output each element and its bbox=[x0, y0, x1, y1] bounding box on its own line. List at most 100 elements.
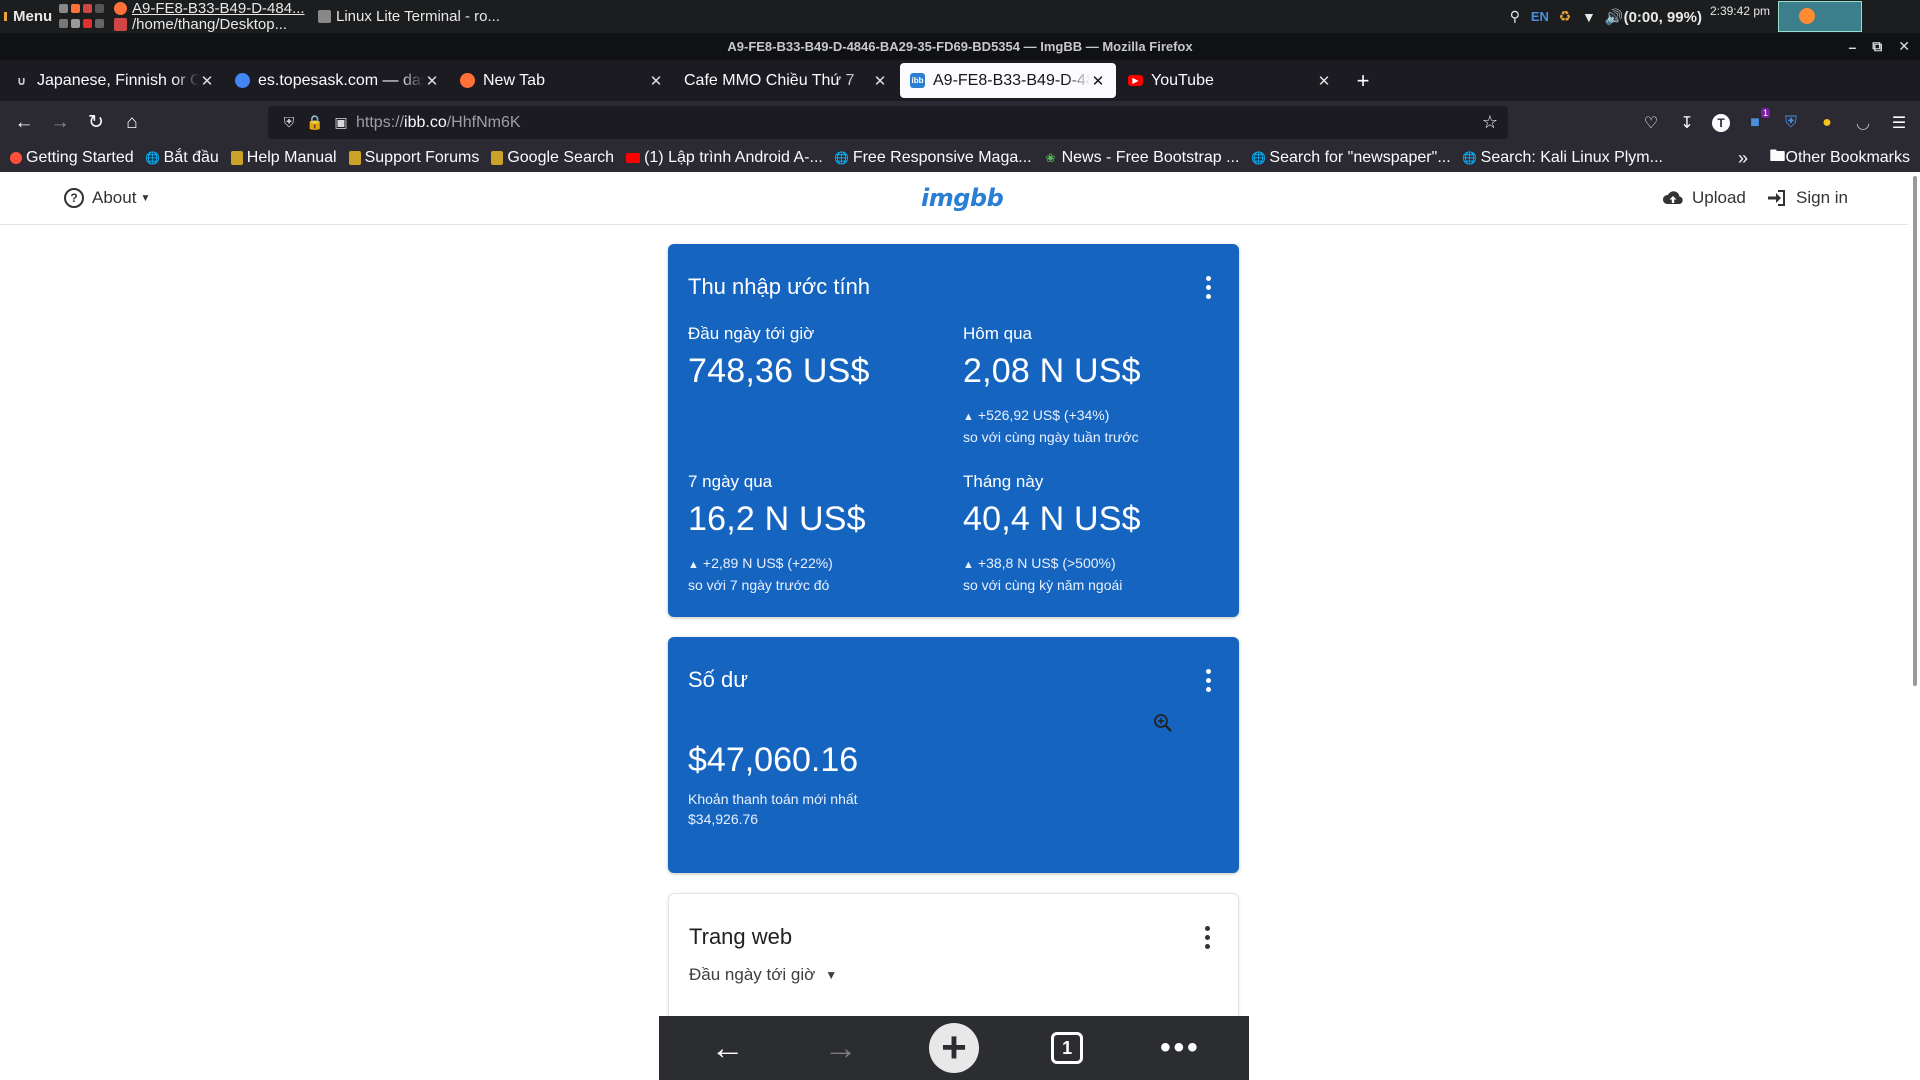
extension-shield-icon[interactable]: ⛨ bbox=[1780, 112, 1802, 134]
metric-value: 16,2 N US$ bbox=[688, 500, 866, 538]
clock[interactable]: 2:39:42 pm bbox=[1710, 4, 1770, 18]
date-range-dropdown[interactable]: Đầu ngày tới giờ ▼ bbox=[689, 965, 837, 985]
wifi-icon[interactable]: ▼ bbox=[1581, 9, 1597, 25]
bookmark-news-bootstrap[interactable]: ❀ News - Free Bootstrap ... bbox=[1044, 149, 1240, 167]
close-icon[interactable]: ✕ bbox=[1898, 38, 1910, 55]
bottom-forward-button[interactable]: → bbox=[811, 1023, 871, 1073]
tab-label: A9-FE8-B33-B49-D-4846-BA29 bbox=[933, 71, 1090, 89]
bookmark-bat-dau[interactable]: 🌐 Bắt đầu bbox=[145, 149, 219, 167]
tab-favicon-icon: ∪ bbox=[16, 73, 27, 88]
pocket-icon[interactable]: ♡ bbox=[1640, 112, 1662, 134]
more-vert-icon[interactable] bbox=[1204, 926, 1210, 949]
tab-close-icon[interactable]: ✕ bbox=[199, 72, 215, 90]
url-text[interactable]: https://ibb.co/HhfNm6K bbox=[356, 114, 521, 132]
tab-imgbb-active[interactable]: ibb A9-FE8-B33-B49-D-4846-BA29 ✕ bbox=[900, 63, 1116, 98]
back-button[interactable]: ← bbox=[6, 107, 42, 139]
latest-payment-value: $34,926.76 bbox=[688, 811, 759, 827]
os-menu-button[interactable]: Menu bbox=[0, 0, 52, 33]
bookmark-label: Getting Started bbox=[26, 149, 134, 166]
imgbb-logo[interactable]: imgbb bbox=[921, 184, 1004, 212]
taskbar-firefox[interactable]: A9-FE8-B33-B49-D-484... /home/thang/Desk… bbox=[114, 0, 305, 33]
battery-status[interactable]: 🔊(0:00, 99%) bbox=[1605, 8, 1702, 26]
tab-label: New Tab bbox=[483, 71, 545, 89]
extension-yellow-icon[interactable]: ● bbox=[1816, 112, 1838, 134]
cloud-upload-icon bbox=[1662, 188, 1684, 208]
tab-close-icon[interactable]: ✕ bbox=[1090, 72, 1106, 90]
bottom-menu-button[interactable]: ••• bbox=[1150, 1023, 1210, 1073]
bookmark-free-responsive[interactable]: 🌐 Free Responsive Maga... bbox=[834, 149, 1031, 167]
bookmarks-overflow-button[interactable]: » bbox=[1738, 144, 1748, 172]
bookmark-label: (1) Lập trình Android A-... bbox=[644, 149, 823, 166]
misc-launcher-icon[interactable] bbox=[95, 19, 104, 28]
other-bookmarks[interactable]: 🖿 Other Bookmarks bbox=[1770, 144, 1911, 172]
about-menu[interactable]: ? About ▼ bbox=[64, 188, 150, 208]
scrollbar-thumb[interactable] bbox=[1913, 176, 1917, 686]
globe-icon: 🌐 bbox=[1462, 151, 1478, 165]
bookmark-support-forums[interactable]: Support Forums bbox=[348, 149, 479, 167]
mail-launcher-icon[interactable] bbox=[83, 4, 92, 13]
taskbar-terminal[interactable]: Linux Lite Terminal - ro... bbox=[318, 0, 500, 33]
permissions-icon[interactable]: ▣ bbox=[330, 114, 352, 131]
tab-topesask[interactable]: es.topesask.com — dashboard ✕ bbox=[225, 63, 450, 98]
bookmark-star-icon[interactable]: ☆ bbox=[1482, 112, 1498, 133]
tab-label: Japanese, Finnish or Chinese bbox=[37, 71, 199, 89]
metric-yesterday: Hôm qua 2,08 N US$ ▲ +526,92 US$ (+34%) s… bbox=[963, 324, 1223, 447]
upload-label: Upload bbox=[1692, 188, 1746, 207]
metric-change: ▲ +38,8 N US$ (>500%) bbox=[963, 553, 1223, 575]
tracking-shield-icon[interactable]: ⛨ bbox=[278, 114, 300, 131]
page-scrollbar[interactable] bbox=[1908, 172, 1920, 1080]
extension-notify-icon[interactable]: ■ 1 bbox=[1744, 107, 1770, 134]
new-tab-button[interactable]: + bbox=[1348, 68, 1378, 94]
bottom-new-tab-button[interactable]: + bbox=[924, 1023, 984, 1073]
zoom-in-cursor-icon bbox=[1154, 714, 1172, 732]
more-vert-icon[interactable] bbox=[1205, 276, 1211, 299]
metric-change-text: +2,89 N US$ (+22%) bbox=[702, 555, 833, 571]
tab-cafe-mmo[interactable]: Cafe MMO Chiều Thứ 7 ✕ bbox=[674, 63, 898, 98]
reload-button[interactable]: ↻ bbox=[78, 107, 114, 139]
bookmark-search-kali[interactable]: 🌐 Search: Kali Linux Plym... bbox=[1462, 149, 1663, 167]
updates-icon[interactable]: ♻ bbox=[1557, 8, 1573, 25]
location-icon[interactable]: ⚲ bbox=[1507, 8, 1523, 25]
upload-button[interactable]: Upload bbox=[1662, 188, 1746, 208]
lock-icon[interactable]: 🔒 bbox=[304, 114, 326, 131]
stop-launcher-icon[interactable] bbox=[83, 19, 92, 28]
firefox-launcher-icon[interactable] bbox=[71, 4, 80, 13]
tab-close-icon[interactable]: ✕ bbox=[872, 72, 888, 90]
files-launcher-icon[interactable] bbox=[59, 4, 68, 13]
bottom-back-button[interactable]: ← bbox=[698, 1023, 758, 1073]
bookmark-label: Help Manual bbox=[246, 149, 337, 166]
forward-button[interactable]: → bbox=[42, 107, 78, 139]
globe-icon: 🌐 bbox=[1250, 151, 1266, 165]
sign-in-button[interactable]: Sign in bbox=[1766, 188, 1848, 208]
url-bar[interactable]: ⛨ 🔒 ▣ https://ibb.co/HhfNm6K ☆ bbox=[268, 106, 1508, 139]
disk-launcher-icon[interactable] bbox=[71, 19, 80, 28]
metric-value: 40,4 N US$ bbox=[963, 500, 1141, 538]
tab-close-icon[interactable]: ✕ bbox=[648, 72, 664, 90]
more-vert-icon[interactable] bbox=[1205, 669, 1211, 692]
bookmark-lap-trinh-android[interactable]: (1) Lập trình Android A-... bbox=[626, 149, 823, 167]
extension-arc-icon[interactable]: ◡ bbox=[1852, 112, 1874, 134]
bottom-tabs-button[interactable]: 1 bbox=[1037, 1023, 1097, 1073]
workspace-preview[interactable] bbox=[1778, 1, 1862, 32]
minimize-icon[interactable]: – bbox=[1848, 39, 1856, 55]
bookmark-google-search[interactable]: Google Search bbox=[491, 149, 614, 167]
bookmark-help-manual[interactable]: Help Manual bbox=[230, 149, 337, 167]
firefox-preview-icon bbox=[1799, 8, 1815, 24]
extension-t-icon[interactable]: T bbox=[1712, 113, 1730, 132]
tab-close-icon[interactable]: ✕ bbox=[424, 72, 440, 90]
keyboard-layout[interactable]: EN bbox=[1531, 9, 1549, 24]
os-menu-label: Menu bbox=[13, 8, 53, 25]
hamburger-menu-icon[interactable]: ☰ bbox=[1888, 112, 1910, 134]
home-button[interactable]: ⌂ bbox=[114, 107, 150, 139]
terminal-launcher-icon[interactable] bbox=[95, 4, 104, 13]
tab-youtube[interactable]: ▶ YouTube ✕ bbox=[1118, 63, 1342, 98]
tab-new-tab[interactable]: New Tab ✕ bbox=[450, 63, 674, 98]
bookmark-search-newspaper[interactable]: 🌐 Search for "newspaper"... bbox=[1250, 149, 1451, 167]
tab-close-icon[interactable]: ✕ bbox=[1316, 72, 1332, 90]
tab-japanese[interactable]: ∪ Japanese, Finnish or Chinese ✕ bbox=[4, 63, 225, 98]
maximize-icon[interactable]: ⧉ bbox=[1872, 38, 1882, 55]
settings-launcher-icon[interactable] bbox=[59, 19, 68, 28]
download-icon[interactable]: ↧ bbox=[1676, 112, 1698, 134]
metric-change-text: +526,92 US$ (+34%) bbox=[977, 407, 1110, 423]
bookmark-getting-started[interactable]: Getting Started bbox=[10, 149, 134, 167]
